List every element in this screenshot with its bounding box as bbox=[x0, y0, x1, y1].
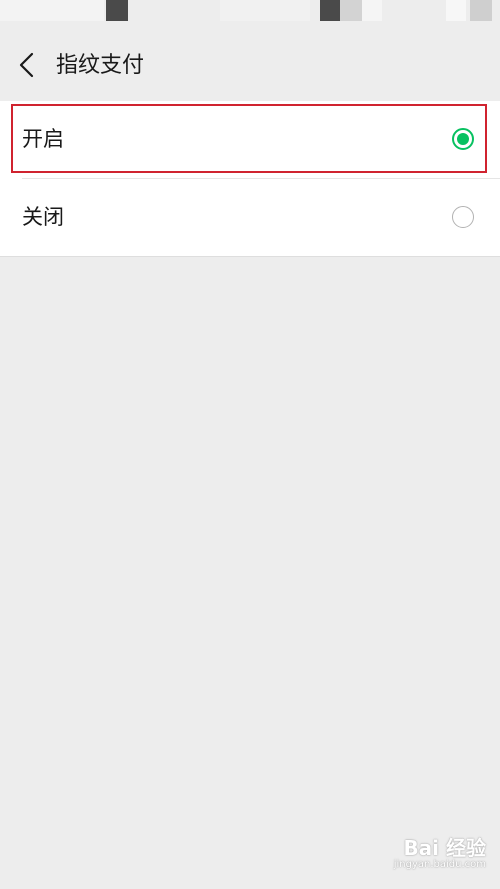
status-bar-obscured-block bbox=[340, 0, 362, 21]
status-bar-obscured-block bbox=[320, 0, 340, 21]
option-label: 开启 bbox=[22, 127, 64, 151]
status-bar-obscured-block bbox=[362, 0, 382, 21]
radio-unchecked-icon[interactable] bbox=[452, 206, 474, 228]
status-bar-obscured-block bbox=[220, 0, 310, 21]
back-button[interactable] bbox=[10, 48, 44, 82]
option-disable[interactable]: 关闭 bbox=[0, 179, 500, 256]
status-bar-obscured-block bbox=[470, 0, 492, 21]
radio-checked-icon[interactable] bbox=[452, 128, 474, 150]
options-list: 开启 关闭 bbox=[0, 101, 500, 257]
watermark: Bai 经验 jingyan.baidu.com bbox=[394, 837, 486, 871]
option-label: 关闭 bbox=[22, 205, 64, 229]
chevron-left-icon bbox=[19, 52, 34, 78]
status-bar bbox=[0, 0, 500, 30]
navigation-bar: 指纹支付 bbox=[0, 30, 500, 100]
page-title: 指纹支付 bbox=[56, 53, 145, 78]
status-bar-obscured-block bbox=[446, 0, 466, 21]
watermark-brand: Bai 经验 bbox=[403, 836, 486, 860]
option-enable[interactable]: 开启 bbox=[0, 101, 500, 179]
watermark-url: jingyan.baidu.com bbox=[393, 859, 486, 870]
status-bar-obscured-block bbox=[0, 0, 104, 21]
status-bar-obscured-block bbox=[106, 0, 128, 21]
